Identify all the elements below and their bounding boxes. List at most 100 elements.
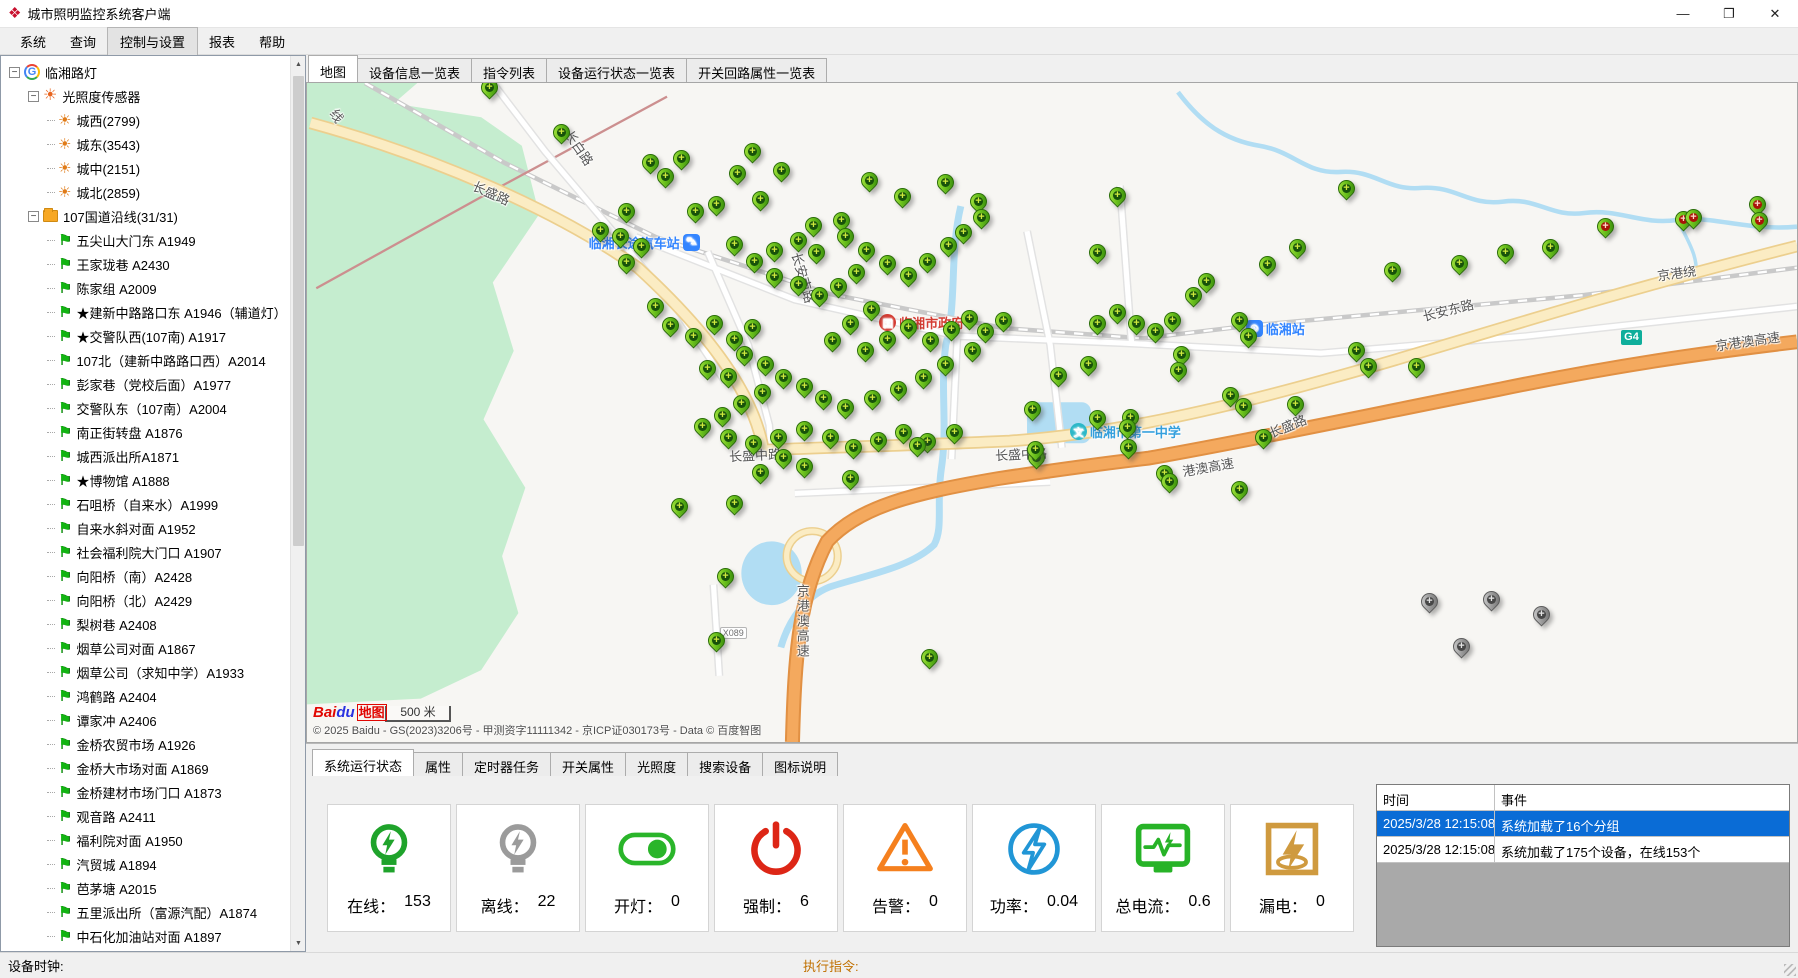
tree-device-row[interactable]: ⚑福利院对面 A1950	[5, 828, 303, 852]
device-marker-online[interactable]: +	[842, 469, 860, 494]
device-marker-online[interactable]: +	[811, 286, 829, 311]
device-marker-online[interactable]: +	[662, 316, 680, 341]
tree-device-row[interactable]: ⚑★交警队西(107南) A1917	[5, 324, 303, 348]
device-marker-offline[interactable]: +	[1533, 605, 1551, 630]
device-marker-online[interactable]: +	[618, 202, 636, 227]
device-marker-online[interactable]: +	[995, 311, 1013, 336]
tree-scrollbar[interactable]: ▲ ▼	[290, 56, 305, 951]
tree-group-row[interactable]: −G临湘路灯	[5, 60, 303, 84]
device-marker-online[interactable]: +	[1384, 261, 1402, 286]
device-marker-online[interactable]: +	[746, 252, 764, 277]
maximize-button[interactable]: ❐	[1706, 0, 1752, 27]
device-marker-online[interactable]: +	[822, 428, 840, 453]
device-marker-online[interactable]: +	[612, 227, 630, 252]
device-marker-online[interactable]: +	[1164, 311, 1182, 336]
device-marker-online[interactable]: +	[1120, 438, 1138, 463]
menu-item-4[interactable]: 帮助	[247, 28, 297, 55]
device-marker-online[interactable]: +	[909, 436, 927, 461]
device-marker-online[interactable]: +	[618, 253, 636, 278]
panel-tab-0[interactable]: 系统运行状态	[312, 749, 414, 776]
device-marker-online[interactable]: +	[837, 227, 855, 252]
tree-device-row[interactable]: ⚑鸿鹤路 A2404	[5, 684, 303, 708]
device-marker-online[interactable]: +	[1259, 255, 1277, 280]
panel-tab-3[interactable]: 开关属性	[550, 752, 626, 776]
device-marker-online[interactable]: +	[775, 368, 793, 393]
device-marker-online[interactable]: +	[1198, 272, 1216, 297]
device-marker-online[interactable]: +	[752, 190, 770, 215]
device-marker-online[interactable]: +	[1128, 314, 1146, 339]
device-marker-online[interactable]: +	[720, 367, 738, 392]
device-marker-online[interactable]: +	[1147, 322, 1165, 347]
device-marker-online[interactable]: +	[861, 171, 879, 196]
device-marker-online[interactable]: +	[1497, 243, 1515, 268]
device-marker-online[interactable]: +	[921, 648, 939, 673]
device-marker-online[interactable]: +	[837, 398, 855, 423]
device-marker-online[interactable]: +	[714, 406, 732, 431]
tree-device-row[interactable]: ⚑芭茅塘 A2015	[5, 876, 303, 900]
device-marker-online[interactable]: +	[673, 149, 691, 174]
device-marker-online[interactable]: +	[864, 389, 882, 414]
tree-device-row[interactable]: ☀城东(3543)	[5, 132, 303, 156]
scroll-thumb[interactable]	[293, 76, 304, 546]
panel-tab-6[interactable]: 图标说明	[762, 752, 838, 776]
device-marker-online[interactable]: +	[890, 380, 908, 405]
device-marker-online[interactable]: +	[1027, 440, 1045, 465]
map-tab-3[interactable]: 设备运行状态一览表	[546, 58, 687, 82]
device-marker-online[interactable]: +	[708, 195, 726, 220]
device-marker-online[interactable]: +	[553, 123, 571, 148]
device-marker-online[interactable]: +	[729, 164, 747, 189]
device-marker-online[interactable]: +	[919, 252, 937, 277]
device-marker-online[interactable]: +	[1089, 243, 1107, 268]
map-tab-1[interactable]: 设备信息一览表	[357, 58, 472, 82]
device-marker-online[interactable]: +	[1408, 357, 1426, 382]
device-marker-online[interactable]: +	[1289, 238, 1307, 263]
tree-device-row[interactable]: ⚑★博物馆 A1888	[5, 468, 303, 492]
device-marker-online[interactable]: +	[736, 345, 754, 370]
map-tab-2[interactable]: 指令列表	[471, 58, 547, 82]
scroll-down-arrow[interactable]: ▼	[291, 935, 306, 951]
collapse-toggle[interactable]: −	[9, 67, 20, 78]
tree-device-row[interactable]: ⚑交警队东（107南）A2004	[5, 396, 303, 420]
device-marker-online[interactable]: +	[1451, 254, 1469, 279]
device-marker-online[interactable]: +	[964, 341, 982, 366]
device-marker-online[interactable]: +	[1089, 409, 1107, 434]
menu-item-0[interactable]: 系统	[8, 28, 58, 55]
tree-group-row[interactable]: −☀光照度传感器	[5, 84, 303, 108]
device-marker-online[interactable]: +	[1338, 179, 1356, 204]
device-marker-online[interactable]: +	[766, 241, 784, 266]
device-marker-online[interactable]: +	[858, 241, 876, 266]
device-marker-online[interactable]: +	[1287, 395, 1305, 420]
tree-device-row[interactable]: ⚑谭家冲 A2406	[5, 708, 303, 732]
device-marker-online[interactable]: +	[717, 567, 735, 592]
device-marker-online[interactable]: +	[1080, 355, 1098, 380]
device-marker-online[interactable]: +	[879, 254, 897, 279]
tree-device-row[interactable]: ⚑王家珑巷 A2430	[5, 252, 303, 276]
device-marker-online[interactable]: +	[775, 448, 793, 473]
tree-device-row[interactable]: ⚑向阳桥（北）A2429	[5, 588, 303, 612]
device-marker-online[interactable]: +	[744, 318, 762, 343]
device-marker-online[interactable]: +	[1089, 314, 1107, 339]
minimize-button[interactable]: —	[1660, 0, 1706, 27]
device-marker-alarm[interactable]: +	[1597, 217, 1615, 242]
tree-device-row[interactable]: ⚑金桥大市场对面 A1869	[5, 756, 303, 780]
device-marker-online[interactable]: +	[481, 82, 499, 103]
device-marker-online[interactable]: +	[744, 142, 762, 167]
device-marker-online[interactable]: +	[757, 355, 775, 380]
device-marker-online[interactable]: +	[657, 167, 675, 192]
map-tab-4[interactable]: 开关回路属性一览表	[686, 58, 827, 82]
event-log-row[interactable]: 2025/3/28 12:15:08系统加载了16个分组	[1377, 811, 1789, 837]
device-marker-online[interactable]: +	[1109, 303, 1127, 328]
device-marker-online[interactable]: +	[1161, 472, 1179, 497]
tree-device-row[interactable]: ⚑自来水斜对面 A1952	[5, 516, 303, 540]
device-marker-online[interactable]: +	[796, 420, 814, 445]
close-button[interactable]: ✕	[1752, 0, 1798, 27]
device-marker-online[interactable]: +	[879, 330, 897, 355]
device-marker-online[interactable]: +	[694, 417, 712, 442]
map-tab-0[interactable]: 地图	[308, 55, 358, 82]
device-marker-online[interactable]: +	[915, 368, 933, 393]
device-marker-online[interactable]: +	[842, 314, 860, 339]
tree-device-row[interactable]: ⚑向阳桥（南）A2428	[5, 564, 303, 588]
event-log-table[interactable]: 时间 事件 2025/3/28 12:15:08系统加载了16个分组2025/3…	[1376, 784, 1790, 947]
device-marker-online[interactable]: +	[671, 497, 689, 522]
tree-device-row[interactable]: ☀城中(2151)	[5, 156, 303, 180]
